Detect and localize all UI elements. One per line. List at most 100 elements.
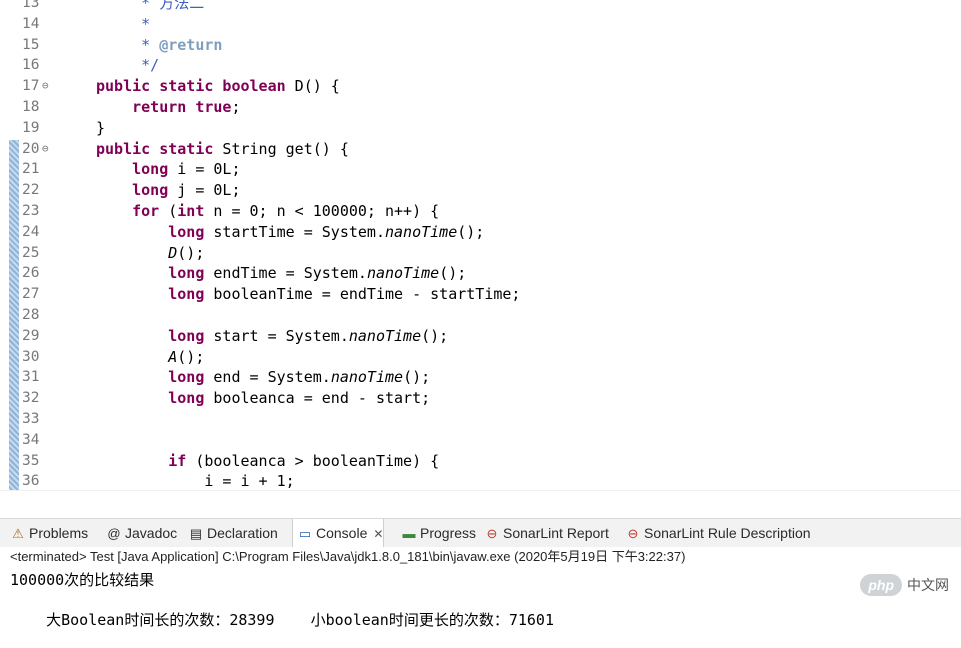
declaration-icon: ▤ [189,526,203,541]
code-text: * 方法二 [96,0,205,12]
line-number: 26 [22,265,40,282]
tab-progress[interactable]: ▬ Progress [401,519,477,547]
fold-toggle-icon[interactable]: ⊖ [42,75,49,96]
tab-label: Progress [420,525,477,541]
tab-label: Declaration [207,525,278,541]
line-number: 13 [22,0,40,11]
line-number: 21 [22,161,40,178]
line-number: 22 [22,182,40,199]
line-number: 25 [22,244,40,261]
code-text: */ [96,56,160,75]
code-text: public static String get() { [96,139,349,158]
code-line[interactable]: 19} [0,118,961,139]
line-number: 33 [22,411,40,427]
code-text: public static boolean D() { [96,77,340,96]
code-text: A(); [168,347,205,366]
line-number: 27 [22,286,40,303]
code-line[interactable]: 20 ⊖ public static String get() { [0,139,961,160]
line-number: 16 [22,57,40,74]
tab-console[interactable]: ▭ Console ✕ [292,519,385,548]
fold-toggle-icon[interactable]: ⊖ [42,138,49,159]
tab-label: Javadoc [125,525,178,541]
code-line[interactable]: 27 long booleanTime = endTime - startTim… [0,284,961,305]
code-line[interactable]: 34 [0,430,961,451]
code-text: long booleanca = end - start; [168,389,431,408]
console-icon: ▭ [298,526,312,541]
code-line[interactable]: 17 ⊖ public static boolean D() { [0,76,961,97]
code-line[interactable]: 14 * [0,14,961,35]
code-line[interactable]: 15 * @return [0,35,961,56]
tab-declaration[interactable]: ▤ Declaration [188,519,278,547]
code-line[interactable]: 32 long booleanca = end - start; [0,388,961,409]
code-line[interactable]: 23 for (int n = 0; n < 100000; n++) { [0,201,961,222]
code-line[interactable]: 22 long j = 0L; [0,180,961,201]
code-line[interactable]: 28 [0,305,961,326]
sonarlint-rule-icon: ⊖ [627,526,639,541]
code-line[interactable]: 26 long endTime = System.nanoTime(); [0,263,961,284]
horizontal-scrollbar[interactable]: ‹ [0,490,961,494]
code-text: long i = 0L; [132,160,241,179]
tab-label: SonarLint Report [503,525,609,541]
code-line[interactable]: 16 */ [0,55,961,76]
tab-problems[interactable]: ⚠ Problems [10,519,88,547]
code-line[interactable]: 35 if (booleanca > booleanTime) { [0,451,961,472]
line-number: 15 [22,36,40,53]
line-number: 35 [22,452,40,469]
code-line[interactable]: 18 return true; [0,97,961,118]
code-editor[interactable]: 13 * 方法二 14 * 15 * @return 16 */17 ⊖ public s… [0,0,961,494]
console-status-line: <terminated> Test [Java Application] C:\… [10,549,686,564]
line-number: 29 [22,327,40,344]
tab-label: SonarLint Rule Description [644,525,811,541]
scroll-left-icon[interactable]: ‹ [58,491,63,494]
problems-icon: ⚠ [12,526,24,541]
tab-label: Console [316,525,368,541]
line-number: 32 [22,390,40,407]
line-number: 31 [22,369,40,386]
code-text: long booleanTime = endTime - startTime; [168,285,521,304]
code-text: return true; [132,98,241,116]
console-output-line: 100000次的比较结果 [10,571,155,589]
line-number: 23 [22,203,40,219]
console-output-line: 大Boolean时间长的次数：28399 小boolean时间更长的次数：716… [10,591,554,648]
code-line[interactable]: 21 long i = 0L; [0,159,961,180]
code-line[interactable]: 33 [0,409,961,430]
code-text: if (booleanca > booleanTime) { [168,451,440,470]
code-line[interactable]: 31 long end = System.nanoTime(); [0,367,961,388]
console-view[interactable]: <terminated> Test [Java Application] C:\… [0,547,961,629]
console-output-boolean-count: 大Boolean时间长的次数：28399 [46,611,275,629]
site-name: 中文网 [907,577,949,593]
code-text: long startTime = System.nanoTime(); [168,222,485,241]
code-line[interactable]: 25 D(); [0,243,961,264]
code-line[interactable]: 24 long startTime = System.nanoTime(); [0,222,961,243]
tab-sonarlint-report[interactable]: ⊖ SonarLint Report [484,519,609,547]
close-icon[interactable]: ✕ [373,527,383,541]
sonarlint-icon: ⊖ [486,526,498,541]
code-text: for (int n = 0; n < 100000; n++) { [132,202,440,220]
php-logo: php [860,574,902,596]
code-line[interactable]: 30 A(); [0,347,961,368]
code-line[interactable]: 13 * 方法二 [0,0,961,14]
code-text: long j = 0L; [132,181,241,200]
line-number: 34 [22,431,40,448]
javadoc-icon: @ [107,526,121,541]
code-line[interactable]: 29 long start = System.nanoTime(); [0,326,961,347]
line-number: 14 [22,15,40,32]
code-text: } [96,118,106,137]
code-text: * [96,14,151,33]
watermark: php 中文网 [860,574,949,596]
line-number: 24 [22,223,40,240]
tab-sonarlint-rule-description[interactable]: ⊖ SonarLint Rule Description [625,519,811,547]
code-text: * @return [96,35,223,54]
line-number: 28 [22,307,40,323]
line-number: 30 [22,348,40,365]
line-number: 19 [22,119,40,136]
line-number: 18 [22,99,40,115]
tab-label: Problems [29,525,89,541]
tab-javadoc[interactable]: @ Javadoc [106,519,177,547]
code-text: long end = System.nanoTime(); [168,368,431,387]
view-tab-bar: ⚠ Problems @ Javadoc ▤ Declaration ▭ Console ✕ ▬ P… [0,518,961,548]
code-text: long endTime = System.nanoTime(); [168,264,467,283]
code-text: D(); [168,243,205,262]
console-output-small-boolean-count: 小boolean时间更长的次数：71601 [310,611,554,629]
progress-icon: ▬ [402,526,416,541]
